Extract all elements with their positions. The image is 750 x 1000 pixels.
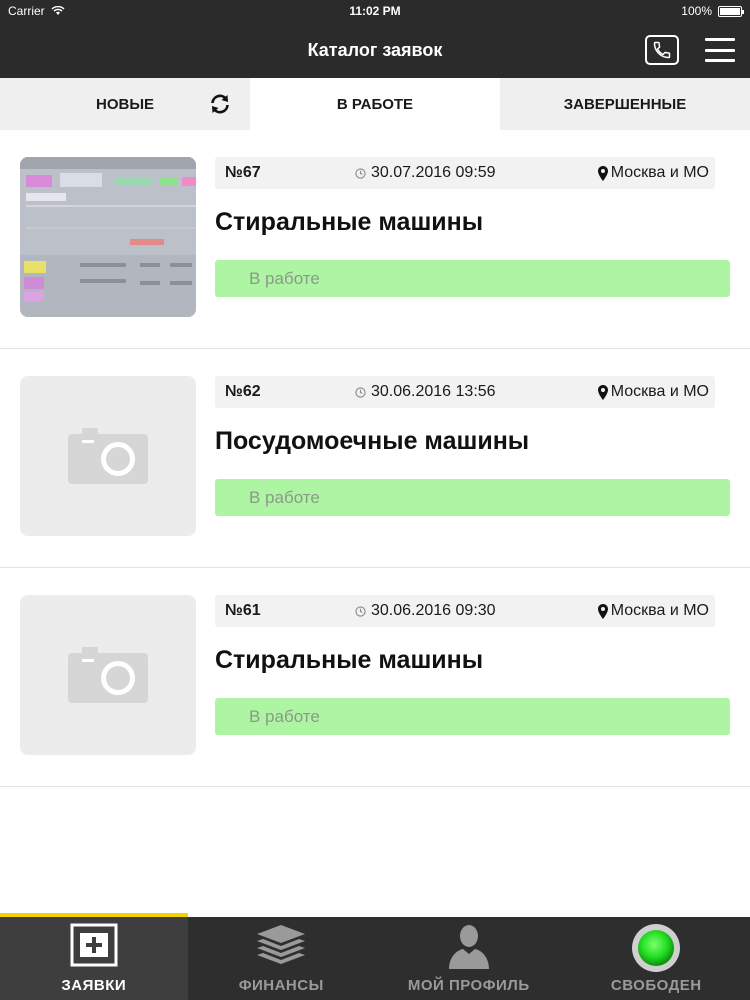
hamburger-icon xyxy=(705,38,735,41)
camera-icon xyxy=(68,647,148,703)
refresh-icon[interactable] xyxy=(208,92,232,116)
tab-in-progress-label: В РАБОТЕ xyxy=(336,95,414,113)
order-number: №61 xyxy=(225,602,261,619)
order-date: 30.07.2016 09:59 xyxy=(355,164,496,182)
order-date: 30.06.2016 13:56 xyxy=(355,383,496,401)
order-datetime: 30.06.2016 09:30 xyxy=(371,602,496,619)
order-location: Москва и МО xyxy=(597,164,709,182)
clock-icon xyxy=(355,386,366,398)
order-card[interactable]: №61 30.06.2016 09:30 Москва и МО Стираль… xyxy=(0,568,750,787)
location-pin-icon xyxy=(597,384,608,400)
location-pin-icon xyxy=(597,603,608,619)
tab-in-progress[interactable]: В РАБОТЕ xyxy=(250,78,500,130)
order-title: Стиральные машины xyxy=(215,646,484,674)
layers-icon xyxy=(257,925,306,964)
order-datetime: 30.06.2016 13:56 xyxy=(371,383,496,400)
order-photo-placeholder[interactable] xyxy=(20,595,196,755)
call-button[interactable] xyxy=(645,35,679,65)
order-status: В работе xyxy=(215,260,730,297)
order-status: В работе xyxy=(215,698,730,735)
battery-percent: 100% xyxy=(681,4,712,18)
location-pin-icon xyxy=(597,165,608,181)
status-tabs: НОВЫЕ В РАБОТЕ ЗАВЕРШЕННЫЕ xyxy=(0,78,750,130)
nav-profile[interactable]: МОЙ ПРОФИЛЬ xyxy=(375,917,563,1000)
nav-profile-label: МОЙ ПРОФИЛЬ xyxy=(407,977,530,994)
phone-icon xyxy=(653,41,671,59)
order-card[interactable]: №67 30.07.2016 09:59 Москва и МО Стираль… xyxy=(0,130,750,349)
wifi-icon xyxy=(51,6,65,15)
tab-completed[interactable]: ЗАВЕРШЕННЫЕ xyxy=(500,78,750,130)
order-location-text: Москва и МО xyxy=(610,383,709,400)
order-card[interactable]: №62 30.06.2016 13:56 Москва и МО Посудом… xyxy=(0,349,750,568)
nav-orders[interactable]: ЗАЯВКИ xyxy=(0,913,188,1000)
order-location: Москва и МО xyxy=(597,383,709,401)
order-number: №62 xyxy=(225,383,261,400)
order-meta: №61 30.06.2016 09:30 Москва и МО xyxy=(215,595,715,627)
tab-new[interactable]: НОВЫЕ xyxy=(0,78,250,130)
battery-icon xyxy=(718,5,744,17)
order-number: №67 xyxy=(225,164,261,181)
clock-icon xyxy=(355,605,366,617)
camera-icon xyxy=(68,428,148,484)
order-location-text: Москва и МО xyxy=(610,164,709,181)
order-photo-placeholder[interactable] xyxy=(20,376,196,536)
nav-availability-label: СВОБОДЕН xyxy=(610,977,702,994)
order-meta: №62 30.06.2016 13:56 Москва и МО xyxy=(215,376,715,408)
menu-button[interactable] xyxy=(705,38,735,62)
add-box-icon xyxy=(70,923,118,967)
orders-list: №67 30.07.2016 09:59 Москва и МО Стираль… xyxy=(0,130,750,787)
tab-completed-label: ЗАВЕРШЕННЫЕ xyxy=(563,95,687,113)
nav-finance[interactable]: ФИНАНСЫ xyxy=(188,917,376,1000)
person-icon xyxy=(448,925,489,969)
page-title: Каталог заявок xyxy=(307,40,443,60)
nav-bar: Каталог заявок xyxy=(0,22,750,78)
clock: 11:02 PM xyxy=(349,4,401,18)
tab-new-label: НОВЫЕ xyxy=(95,95,155,113)
status-left: Carrier xyxy=(8,4,128,18)
photo-thumbnail xyxy=(20,157,196,317)
status-light-icon xyxy=(632,924,681,972)
order-status: В работе xyxy=(215,479,730,516)
status-right: 100% xyxy=(622,4,744,18)
order-location-text: Москва и МО xyxy=(610,602,709,619)
nav-finance-label: ФИНАНСЫ xyxy=(238,977,324,994)
status-bar: Carrier 11:02 PM 100% xyxy=(0,0,750,22)
order-datetime: 30.07.2016 09:59 xyxy=(371,164,496,181)
order-date: 30.06.2016 09:30 xyxy=(355,602,496,620)
nav-availability[interactable]: СВОБОДЕН xyxy=(563,917,750,1000)
order-photo[interactable] xyxy=(20,157,196,317)
nav-orders-label: ЗАЯВКИ xyxy=(61,977,127,994)
bottom-tab-bar: ЗАЯВКИ ФИНАНСЫ МОЙ ПРОФИЛЬ СВОБОДЕН xyxy=(0,913,750,1000)
order-meta: №67 30.07.2016 09:59 Москва и МО xyxy=(215,157,715,189)
carrier-label: Carrier xyxy=(8,4,45,18)
order-title: Стиральные машины xyxy=(215,208,484,236)
order-title: Посудомоечные машины xyxy=(215,427,530,455)
order-location: Москва и МО xyxy=(597,602,709,620)
clock-icon xyxy=(355,167,366,179)
